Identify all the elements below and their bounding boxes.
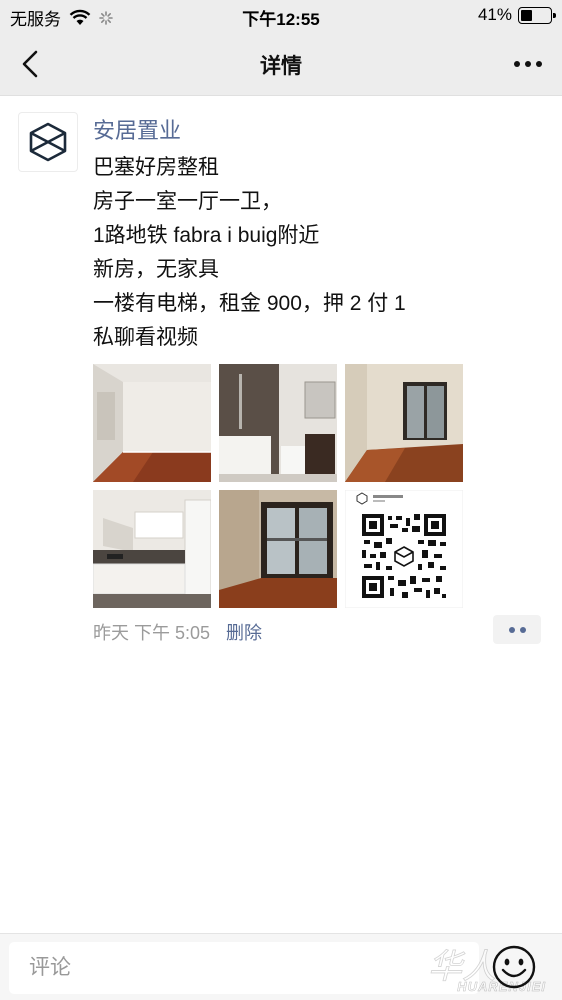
- qr-code-photo[interactable]: [345, 490, 463, 608]
- more-dots-icon: [525, 61, 531, 67]
- author-name[interactable]: 安居置业: [93, 113, 181, 145]
- empty-room-photo[interactable]: [93, 364, 211, 482]
- smiley-face-icon: [492, 945, 536, 989]
- nav-bar: 详情: [0, 32, 562, 96]
- status-bar: 无服务 下午12:55 41%: [0, 0, 562, 32]
- avatar[interactable]: [18, 112, 78, 172]
- post-line: 私聊看视频: [93, 326, 198, 349]
- bathroom-photo[interactable]: [219, 364, 337, 482]
- bedroom-balcony-photo[interactable]: [345, 364, 463, 482]
- more-button[interactable]: [508, 46, 548, 82]
- more-dots-icon: [508, 626, 515, 633]
- battery-percent: 41%: [477, 5, 512, 24]
- like-comment-button[interactable]: [493, 615, 541, 644]
- battery-icon: [518, 6, 556, 24]
- more-dots-icon: [536, 61, 542, 67]
- post-line: 1路地铁 fabra i buig附近: [93, 224, 320, 247]
- battery-fill: [521, 9, 532, 21]
- post-line: 房子一室一厅一卫，: [93, 190, 282, 213]
- post-line: 一楼有电梯，租金 900，押 2 付 1: [93, 292, 406, 315]
- post-line: 巴塞好房整租: [93, 156, 219, 179]
- photo-grid: [93, 364, 463, 608]
- kitchen-photo[interactable]: [93, 490, 211, 608]
- post-line: 新房，无家具: [93, 258, 219, 281]
- more-dots-icon: [519, 626, 526, 633]
- comment-input[interactable]: [9, 942, 479, 994]
- comment-bar: 华人 HUARENJIEI: [0, 933, 562, 1000]
- post-text: 巴塞好房整租 房子一室一厅一卫， 1路地铁 fabra i buig附近 新房，…: [93, 151, 406, 355]
- delete-link[interactable]: 删除: [226, 619, 262, 645]
- post-meta: 昨天 下午 5:05 删除: [93, 619, 262, 645]
- more-dots-icon: [514, 61, 520, 67]
- balcony-door-photo[interactable]: [219, 490, 337, 608]
- cube-logo-icon: [29, 122, 67, 162]
- page-title: 详情: [260, 55, 302, 78]
- post-time: 昨天 下午 5:05: [93, 623, 211, 643]
- status-right: 41%: [477, 5, 556, 25]
- emoji-button[interactable]: [491, 944, 537, 990]
